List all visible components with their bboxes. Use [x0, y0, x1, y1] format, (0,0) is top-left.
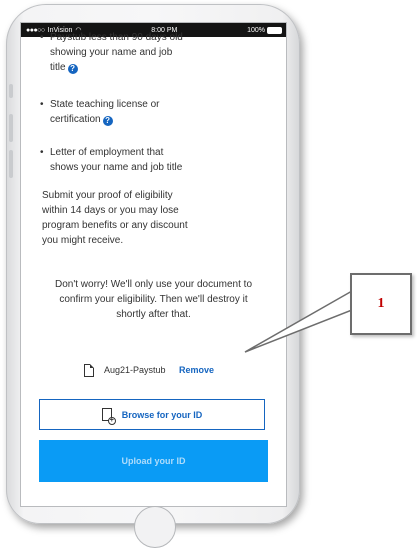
callout-pointer — [244, 289, 353, 353]
callout-number: 1 — [377, 296, 385, 311]
callout-box: 1 — [350, 273, 412, 335]
